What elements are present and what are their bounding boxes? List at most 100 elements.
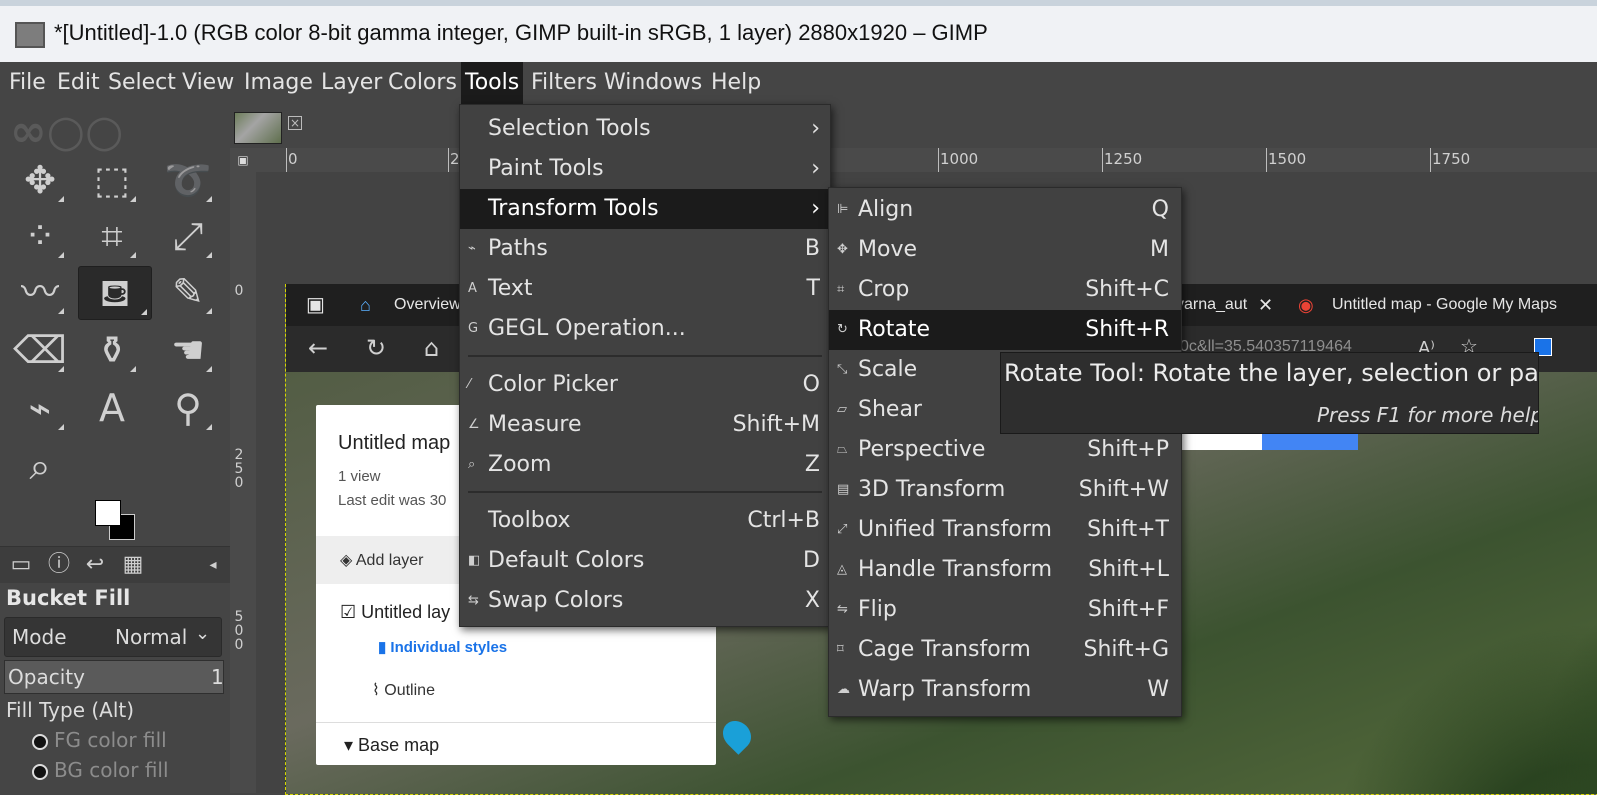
images-tab-icon[interactable]: ▦ — [116, 549, 150, 581]
menu-item-shortcut: Z — [804, 452, 820, 477]
menu-windows[interactable]: Windows — [600, 62, 706, 104]
clone-icon[interactable]: ⚱ — [84, 324, 140, 376]
unified-transform-icon[interactable]: ⤢ — [160, 210, 216, 262]
warp-icon[interactable]: 〰 — [12, 266, 68, 318]
menu-item-paths[interactable]: ⌁ Paths B — [460, 229, 830, 269]
zoom-icon[interactable]: ⌕ — [12, 440, 68, 492]
swap-colors-icon: ⇆ — [468, 593, 479, 608]
menu-item-align[interactable]: ⊫ Align Q — [829, 190, 1181, 230]
menu-item-paint-tools[interactable]: Paint Tools › — [460, 149, 830, 189]
menu-item-measure[interactable]: ∠ Measure Shift+M — [460, 405, 830, 445]
menubar: File Edit Select View Image Layer Colors… — [0, 62, 1597, 104]
menu-item-label: Handle Transform — [858, 557, 1053, 582]
smudge-icon[interactable]: ☚ — [160, 324, 216, 376]
menu-item-unified-transform[interactable]: ⤢ Unified Transform Shift+T — [829, 510, 1181, 550]
shear-icon: ▱ — [837, 402, 847, 417]
menu-item-shortcut: Shift+R — [1085, 317, 1169, 342]
menu-help[interactable]: Help — [707, 62, 765, 104]
chevron-down-icon: ⌄ — [195, 623, 211, 644]
menu-item-handle-transform[interactable]: ◬ Handle Transform Shift+L — [829, 550, 1181, 590]
menu-item-swap-colors[interactable]: ⇆ Swap Colors X — [460, 581, 830, 621]
cage-transform-icon: ⌑ — [837, 642, 844, 657]
menu-item-cage-transform[interactable]: ⌑ Cage Transform Shift+G — [829, 630, 1181, 670]
menu-item-3d-transform[interactable]: ▤ 3D Transform Shift+W — [829, 470, 1181, 510]
menu-view[interactable]: View — [178, 62, 238, 104]
menu-item-shortcut: Shift+P — [1087, 437, 1169, 462]
menu-layer[interactable]: Layer — [317, 62, 386, 104]
chevron-down-icon: ▾ — [344, 735, 359, 755]
menu-item-shortcut: Shift+L — [1088, 557, 1169, 582]
menu-item-label: Selection Tools — [488, 116, 651, 141]
menu-item-label: Paint Tools — [488, 156, 604, 181]
default-colors-icon: ◧ — [468, 553, 481, 568]
add-layer-label: Add layer — [355, 552, 424, 569]
ruler-label: 0 — [234, 283, 244, 299]
menu-filters[interactable]: Filters — [527, 62, 601, 104]
configure-tab-icon[interactable]: ◂ — [196, 549, 230, 581]
image-tab-thumbnail[interactable] — [234, 112, 282, 144]
crop-icon[interactable]: ⌗ — [84, 210, 140, 262]
menu-separator — [468, 355, 822, 357]
menu-image[interactable]: Image — [240, 62, 317, 104]
menu-item-label: Toolbox — [488, 508, 571, 533]
menu-item-crop[interactable]: ⌗ Crop Shift+C — [829, 270, 1181, 310]
menu-file[interactable]: File — [5, 62, 50, 104]
wilber-logo: ∞○○ — [10, 106, 124, 157]
rect-select-icon[interactable]: ⬚ — [84, 154, 140, 206]
menu-item-warp-transform[interactable]: ☁ Warp Transform W — [829, 670, 1181, 710]
path-icon[interactable]: ⌁ — [12, 382, 68, 434]
menu-item-shortcut: Ctrl+B — [747, 508, 820, 533]
mode-select[interactable]: Mode Normal ⌄ — [4, 617, 222, 657]
bucket-fill-icon[interactable]: ⛾ — [78, 266, 152, 320]
fuzzy-select-icon[interactable]: ⁘ — [12, 210, 68, 262]
menu-item-label: Move — [858, 237, 917, 262]
menu-item-color-picker[interactable]: ⁄ Color Picker O — [460, 365, 830, 405]
move-icon[interactable]: ✥ — [12, 154, 68, 206]
browser-tab-overview: Overview — [394, 296, 461, 313]
menu-item-transform-tools[interactable]: Transform Tools › — [460, 189, 830, 229]
horizontal-ruler[interactable]: 0 2 1000 1250 1500 1750 — [256, 148, 1597, 173]
menu-item-zoom[interactable]: ⌕ Zoom Z — [460, 445, 830, 485]
paintbrush-icon[interactable]: ✎ — [160, 266, 216, 318]
layer-name: Untitled lay — [361, 602, 451, 622]
menu-select[interactable]: Select — [104, 62, 180, 104]
window-title: *[Untitled]-1.0 (RGB color 8-bit gamma i… — [54, 20, 988, 45]
bg-fill-radio[interactable]: BG color fill — [32, 758, 169, 782]
menu-edit[interactable]: Edit — [53, 62, 104, 104]
eraser-icon[interactable]: ⌫ — [12, 324, 68, 376]
fg-fill-radio[interactable]: FG color fill — [32, 728, 167, 752]
base-map-row: ▾ Base map — [344, 735, 439, 756]
text-icon[interactable]: A — [84, 382, 140, 434]
ruler-tick — [1430, 148, 1431, 172]
ruler-tick — [448, 148, 449, 172]
menu-item-text[interactable]: A Text T — [460, 269, 830, 309]
menu-tools[interactable]: Tools — [461, 62, 524, 104]
menu-colors[interactable]: Colors — [384, 62, 461, 104]
color-picker-icon[interactable]: ⚲ — [160, 382, 216, 434]
radio-icon — [32, 763, 48, 780]
menu-item-default-colors[interactable]: ◧ Default Colors D — [460, 541, 830, 581]
lasso-icon[interactable]: ➰ — [160, 154, 216, 206]
ruler-tick — [1266, 148, 1267, 172]
transform-tools-submenu: ⊫ Align Q ✥ Move M ⌗ Crop Shift+C ↻ Rota… — [828, 187, 1182, 717]
handle-transform-icon: ◬ — [837, 562, 847, 577]
menu-item-selection-tools[interactable]: Selection Tools › — [460, 109, 830, 149]
menu-item-gegl-operation[interactable]: G GEGL Operation... — [460, 309, 830, 349]
foreground-color-swatch[interactable] — [95, 500, 121, 526]
measure-icon: ∠ — [468, 417, 480, 432]
menu-item-label: Zoom — [488, 452, 552, 477]
close-icon[interactable]: × — [288, 116, 302, 130]
vertical-ruler[interactable]: 0 250 500 — [230, 172, 257, 793]
opacity-slider[interactable]: Opacity 1 — [4, 660, 224, 694]
menu-item-move[interactable]: ✥ Move M — [829, 230, 1181, 270]
menu-item-label: Cage Transform — [858, 637, 1031, 662]
ruler-label: 250 — [234, 447, 244, 491]
menu-item-flip[interactable]: ⇋ Flip Shift+F — [829, 590, 1181, 630]
quick-mask-toggle[interactable]: ▣ — [230, 148, 256, 172]
tool-options-tab-icon[interactable]: ⓘ — [42, 549, 76, 581]
device-status-tab-icon[interactable]: ▭ — [4, 549, 38, 581]
menu-item-toolbox[interactable]: Toolbox Ctrl+B — [460, 501, 830, 541]
menu-item-perspective[interactable]: ⏢ Perspective Shift+P — [829, 430, 1181, 470]
undo-history-tab-icon[interactable]: ↩ — [78, 549, 112, 581]
menu-item-rotate[interactable]: ↻ Rotate Shift+R — [829, 310, 1181, 350]
